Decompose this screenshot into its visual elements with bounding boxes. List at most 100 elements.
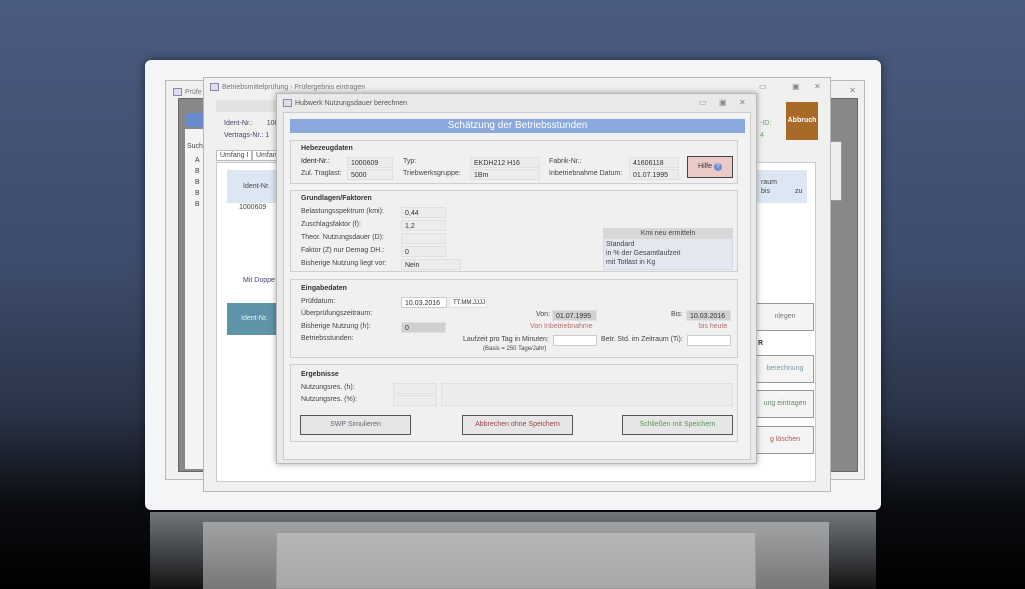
laufzeit-label: Laufzeit pro Tag in Minuten: [463,336,549,343]
swp-simulieren-button[interactable]: SWP Simulieren [300,415,411,435]
mit-doppel-label: Mit Doppe [243,277,275,284]
form-icon [210,83,219,91]
kmi-label: Belastungsspektrum (kmi): [301,208,384,215]
close-icon[interactable]: ✕ [814,82,821,91]
fabrik-field[interactable]: 41606118 [629,157,679,168]
kmi-line: in % der Gesamtlaufzeit [606,250,681,257]
pruefdatum-hint: TT.MM.JJJJ [449,297,487,308]
bis-label: Bis: [671,311,683,318]
table-row[interactable]: 1000609 [239,204,266,211]
window-title: Prüfe [185,88,202,96]
bisherige-field[interactable]: Nein [401,259,461,270]
abbrechen-button[interactable]: Abbrechen ohne Speichern [462,415,573,435]
pruefdatum-label: Prüfdatum: [301,298,336,305]
schliessen-button[interactable]: Schließen mit Speichern [622,415,733,435]
vertrag-label: Vertrags-Nr.: [224,132,264,139]
list-item[interactable]: B [195,166,200,177]
abbruch-button[interactable]: Abbruch [786,102,818,140]
berechnung-button[interactable]: berechnung [756,355,814,383]
section-title: Ergebnisse [301,371,339,378]
typ-label: Typ: [403,158,417,165]
faktor-field[interactable]: 0 [401,246,446,257]
datum-field[interactable]: 01.07.1995 [629,169,679,180]
bisherige-label: Bisherige Nutzung liegt vor: [301,260,387,267]
col-zu: zu [795,188,803,195]
maximize-icon[interactable]: ▣ [719,98,727,107]
faktor-label: Faktor (Z) nur Demag DH.: [301,247,385,254]
form-icon [283,99,292,107]
col-ident: Ident-Nr. [243,183,270,190]
vertrag-value: 1 [265,132,270,139]
help-icon: ? [713,163,722,171]
typ-field[interactable]: EKDH212 H16 [470,157,540,168]
traglast-label: Zul. Traglast: [301,170,342,177]
ident-label: Ident-Nr.: [301,158,330,165]
hilfe-label: Hilfe [698,163,713,170]
close-icon[interactable]: ✕ [849,86,856,95]
section-title: Hebezeugdaten [301,145,353,152]
nutzungsres-p-label: Nutzungsres. (%): [301,396,358,403]
traglast-field[interactable]: 5000 [347,169,393,180]
anlegen-button[interactable]: nlegen [756,303,814,331]
laufzeit-hint: (Basis = 250 Tage/Jahr) [483,346,547,352]
back-rows: A B B B B [195,155,200,210]
list-item[interactable]: B [195,188,200,199]
bis-field[interactable]: 10.03.2016 [686,310,731,321]
hebezeug-section: Hebezeugdaten Ident-Nr.: 1000609 Zul. Tr… [290,140,738,184]
result-text-field[interactable] [441,383,733,406]
fabrik-label: Fabrik-Nr.: [549,158,582,165]
section-title: Eingabedaten [301,285,347,292]
nutzung-label: Bisherige Nutzung (h): [301,323,371,330]
tab-umfang-1[interactable]: Umfang I [216,150,253,161]
betriebsstunden-label: Betriebsstunden: [301,335,354,342]
side-id-label: -ID: [760,120,772,127]
betr-std-label: Betr. Std. im Zeitraum (Ti): [601,336,683,343]
list-item[interactable]: A [195,155,200,166]
kmi-line: Standard [606,241,635,248]
search-label: Such [187,143,203,150]
gruppe-field[interactable]: 1Bm [470,169,540,180]
betr-std-field[interactable] [687,335,731,346]
nutzungsres-h-field[interactable] [393,383,437,394]
eintragen-button[interactable]: ung eintragen [756,390,814,418]
ident-field[interactable]: 1000609 [347,157,393,168]
zeitraum-label: Überprüfungszeitraum: [301,310,373,317]
laufzeit-field[interactable] [553,335,597,346]
zuschlag-field[interactable]: 1,2 [401,220,446,231]
grundlagen-section: Grundlagen/Faktoren Belastungsspektrum (… [290,190,738,272]
maximize-icon[interactable]: ▣ [792,82,800,91]
kmi-button[interactable]: Kmi neu ermitteln [604,229,732,239]
nutzungsdauer-field[interactable] [401,233,446,244]
nutzungsres-h-label: Nutzungsres. (h): [301,384,355,391]
ergebnisse-section: Ergebnisse Nutzungsres. (h): Nutzungsres… [290,364,738,442]
minimize-icon[interactable]: ▭ [759,82,767,91]
hilfe-button[interactable]: Hilfe ? [687,156,733,178]
datum-label: Inbetriebnahme Datum: [549,170,623,177]
minimize-icon[interactable]: ▭ [699,98,707,107]
loeschen-button[interactable]: g löschen [756,426,814,454]
von-label: Von: [536,311,551,318]
header-strip [216,100,276,112]
eingabe-section: Eingabedaten Prüfdatum: 10.03.2016 TT.MM… [290,279,738,358]
von-field[interactable]: 01.07.1995 [552,310,597,321]
nutzungsdauer-label: Theor. Nutzungsdauer (D): [301,234,384,241]
window-title: Betriebsmittelprüfung - Prüfergebnis ein… [222,83,366,91]
pruefdatum-field[interactable]: 10.03.2016 [401,297,447,308]
col-bis: bis [761,188,770,195]
list-item[interactable]: B [195,199,200,210]
col-zeitraum: raum [761,179,777,186]
section-r-label: R [758,340,764,347]
kmi-field[interactable]: 0,44 [401,207,446,218]
bis-hint: bis heute [699,323,728,330]
reflection [150,512,876,589]
von-hint: Von Inbetriebnahme [530,323,593,330]
nutzungsres-p-field[interactable] [393,395,437,406]
nutzung-field[interactable]: 0 [401,322,446,333]
form-icon [173,88,182,96]
section-title: Grundlagen/Faktoren [301,195,372,202]
window-title: Hubwerk Nutzungsdauer berechnen [295,99,408,107]
close-icon[interactable]: ✕ [739,98,746,107]
gruppe-label: Triebwerksgruppe: [403,170,461,177]
list-item[interactable]: B [195,177,200,188]
nutzungsdauer-dialog: Hubwerk Nutzungsdauer berechnen ▭ ▣ ✕ Sc… [276,93,757,464]
